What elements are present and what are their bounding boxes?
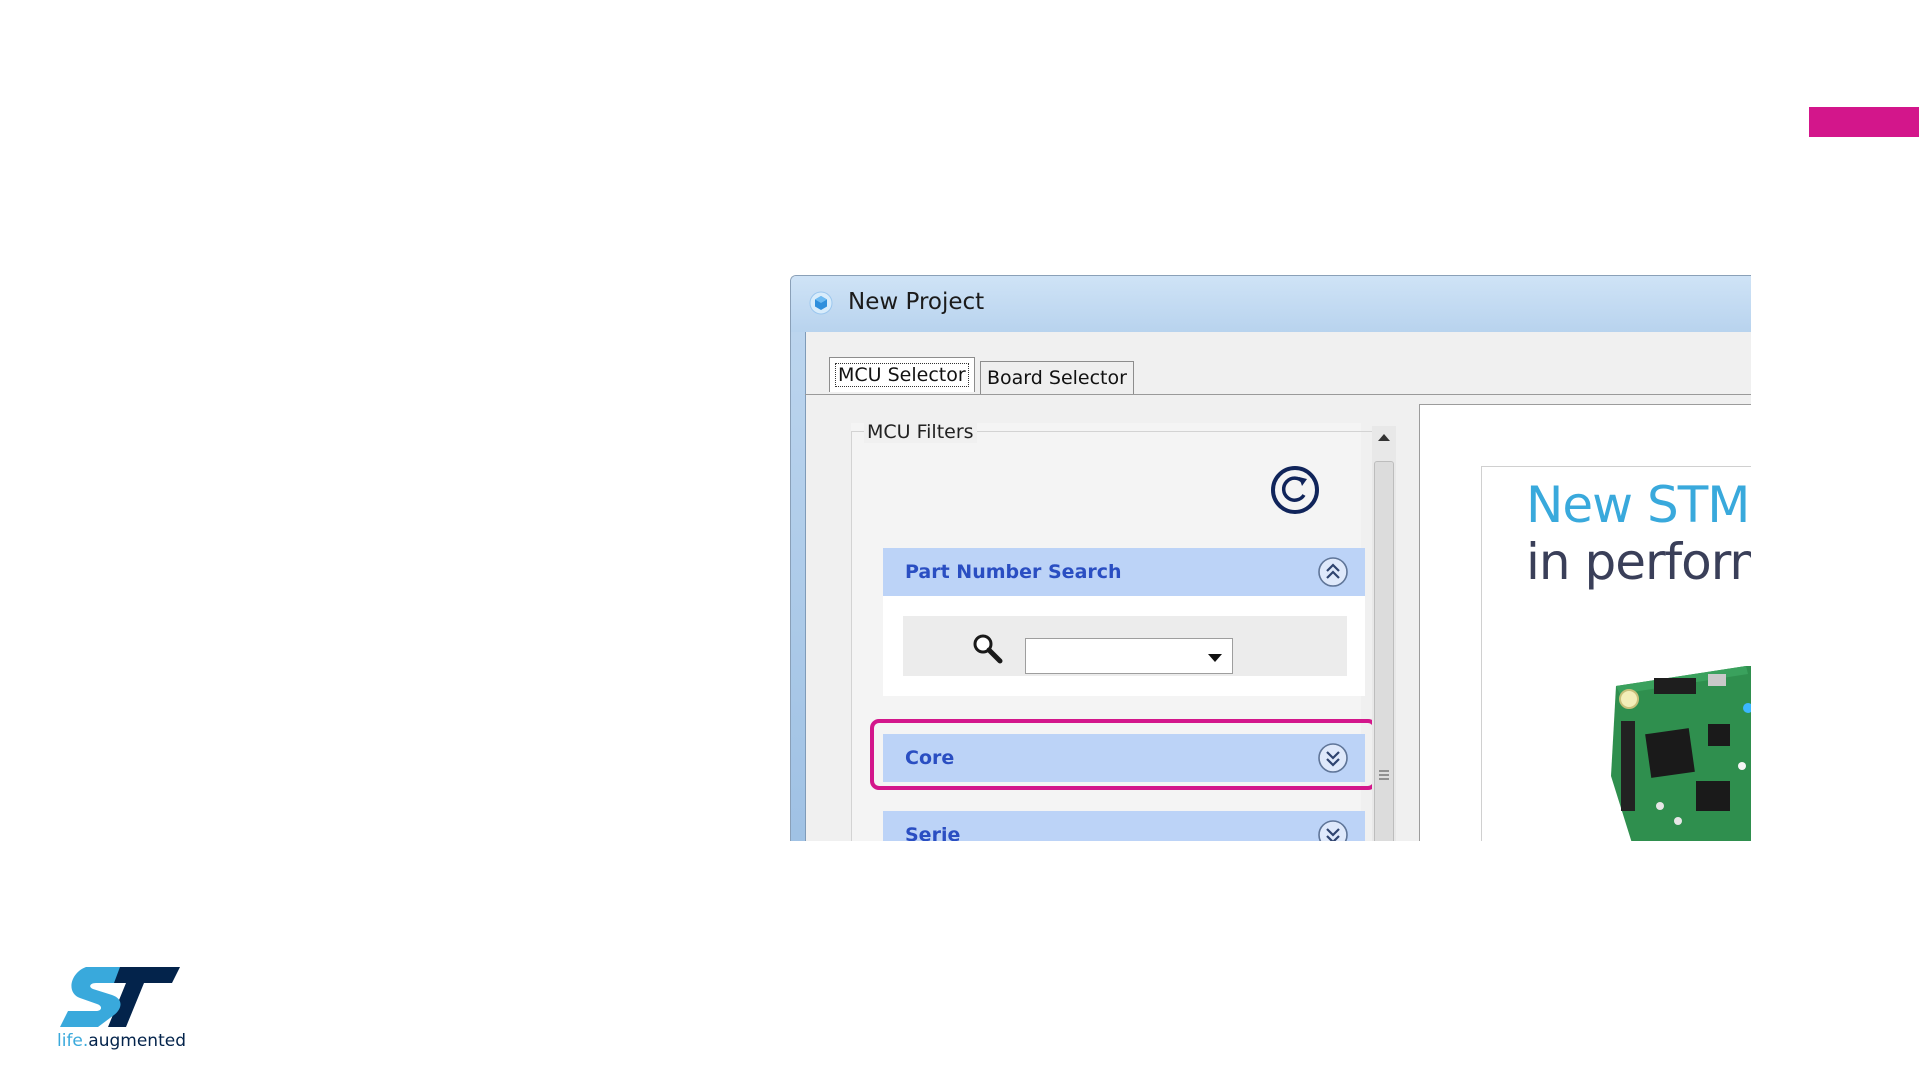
board-image [1611, 666, 1751, 841]
chevron-double-up-icon[interactable] [1317, 556, 1349, 588]
tab-label: Board Selector [987, 367, 1127, 389]
search-icon [973, 634, 1003, 664]
tab-label: MCU Selector [835, 363, 969, 387]
promo-subheadline: in perform [1526, 533, 1751, 591]
tagline-augmented: augmented [88, 1031, 186, 1051]
scroll-thumb[interactable] [1374, 461, 1394, 841]
st-tagline: life.augmented [57, 1031, 186, 1051]
grip-icon [1379, 770, 1389, 780]
new-project-dialog: New Project MCU Selector Board Selector … [790, 275, 1751, 841]
core-highlight-box [870, 719, 1377, 790]
window-title: New Project [848, 289, 985, 315]
dropdown-arrow-icon[interactable] [1208, 654, 1222, 662]
chevron-double-down-icon[interactable] [1317, 819, 1349, 841]
serie-header[interactable]: Serie [883, 811, 1365, 841]
tab-divider [805, 394, 1751, 395]
scroll-up-arrow-icon[interactable] [1378, 434, 1390, 441]
tab-mcu-selector[interactable]: MCU Selector [829, 357, 975, 392]
window-frame [791, 332, 806, 841]
cube-icon [809, 291, 833, 315]
accent-bar [1809, 107, 1919, 137]
section-title: Serie [905, 824, 961, 841]
st-logo-mark [60, 967, 180, 1027]
tagline-life: life. [57, 1031, 89, 1051]
reset-icon[interactable] [1269, 464, 1321, 516]
part-number-search-header[interactable]: Part Number Search [883, 548, 1365, 596]
tab-board-selector[interactable]: Board Selector [980, 361, 1134, 395]
title-bar: New Project [791, 276, 1751, 332]
promo-headline: New STM [1526, 476, 1750, 534]
st-logo: life.augmented [57, 965, 186, 1055]
part-number-combo[interactable] [1025, 638, 1233, 674]
section-title: Part Number Search [905, 561, 1122, 583]
mcu-filters-label: MCU Filters [864, 421, 977, 443]
